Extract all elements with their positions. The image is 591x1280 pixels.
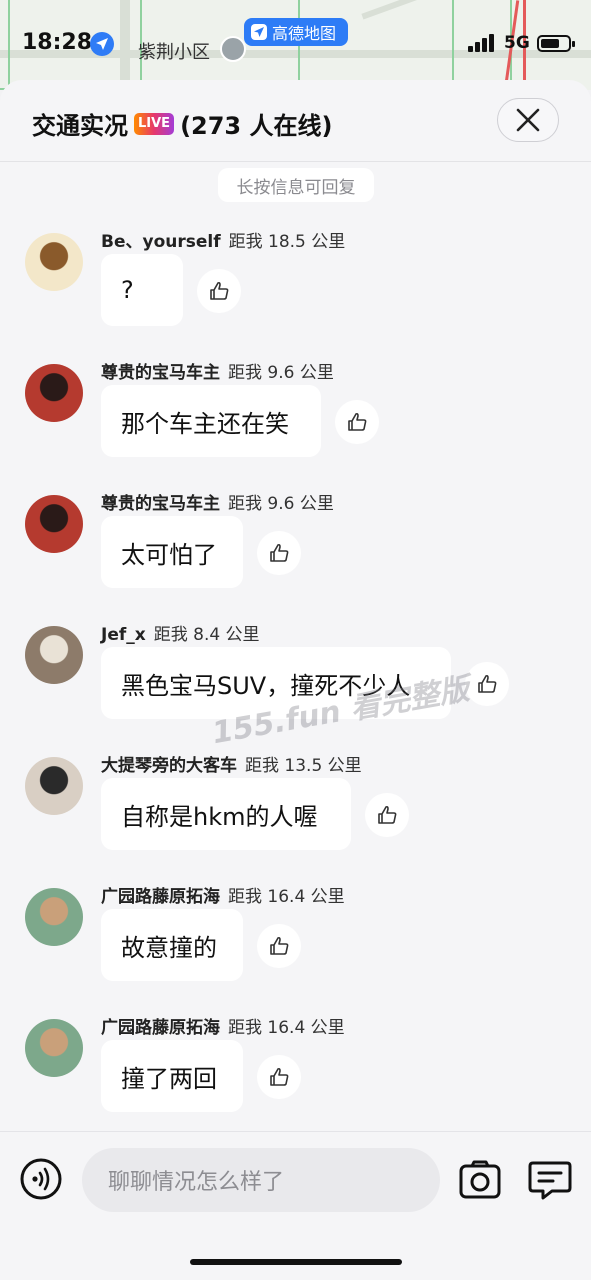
chat-message[interactable]: 大提琴旁的大客车 距我 13.5 公里 自称是hkm的人喔 [0,751,591,881]
message-meta: Jef_x 距我 8.4 公里 [101,620,260,645]
message-meta: Be、yourself 距我 18.5 公里 [101,227,345,252]
thumbs-up-icon [270,1067,289,1086]
chat-input[interactable]: 聊聊情况怎么样了 [82,1148,440,1212]
signal-icon [468,34,494,52]
house-pin-icon [220,36,246,62]
message-bubble[interactable]: 太可怕了 [101,516,243,588]
chat-message[interactable]: Be、yourself 距我 18.5 公里? [0,227,591,357]
like-button[interactable] [465,662,509,706]
chat-input-placeholder: 聊聊情况怎么样了 [108,1170,285,1195]
message-meta: 尊贵的宝马车主 距我 9.6 公里 [101,489,334,514]
sender-distance: 距我 16.4 公里 [228,887,345,907]
thumbs-up-icon [270,936,289,955]
panel-title: 交通实况 LIVE (273 人在线) [32,106,332,141]
live-chat-panel: 交通实况 LIVE (273 人在线) 长按信息可回复 Be、yourself 距… [0,80,591,1280]
sender-name: 广园路藤原拓海 [101,887,220,907]
like-button[interactable] [257,924,301,968]
sender-name: Be、yourself [101,232,221,252]
like-button[interactable] [257,1055,301,1099]
sender-name: 尊贵的宝马车主 [101,363,220,383]
avatar[interactable] [25,888,83,946]
message-bubble[interactable]: 撞了两回 [101,1040,243,1112]
thumbs-up-icon [378,805,397,824]
app-badge-label: 高德地图 [272,24,337,43]
voice-icon[interactable] [20,1158,62,1200]
map-place-label: 紫荆小区 [138,42,210,63]
online-count: (273 人在线) [180,112,333,140]
chat-message[interactable]: 尊贵的宝马车主 距我 9.6 公里 太可怕了 [0,489,591,619]
thumbs-up-icon [210,281,229,300]
sender-distance: 距我 8.4 公里 [153,625,260,645]
avatar[interactable] [25,233,83,291]
message-bubble[interactable]: 那个车主还在笑 [101,385,321,457]
panel-header: 交通实况 LIVE (273 人在线) [0,80,591,162]
close-icon [516,108,540,132]
network-type: 5G [504,33,530,53]
like-button[interactable] [257,531,301,575]
camera-icon[interactable] [459,1159,501,1201]
message-meta: 广园路藤原拓海 距我 16.4 公里 [101,882,345,907]
message-bubble[interactable]: 故意撞的 [101,909,243,981]
live-badge: LIVE [134,112,175,135]
home-indicator [190,1259,402,1265]
like-button[interactable] [335,400,379,444]
bottom-input-bar: 聊聊情况怎么样了 [0,1131,591,1280]
sender-name: 广园路藤原拓海 [101,1018,220,1038]
thumbs-up-icon [478,674,497,693]
message-bubble[interactable]: 自称是hkm的人喔 [101,778,351,850]
avatar[interactable] [25,757,83,815]
sender-name: Jef_x [101,625,146,645]
thumbs-up-icon [270,543,289,562]
message-bubble[interactable]: ? [101,254,183,326]
navigation-icon [251,24,267,40]
chat-message[interactable]: 尊贵的宝马车主 距我 9.6 公里 那个车主还在笑 [0,358,591,488]
sender-distance: 距我 18.5 公里 [228,232,346,252]
sender-distance: 距我 9.6 公里 [228,363,334,383]
status-time: 18:28 [22,30,93,55]
chat-message[interactable]: 广园路藤原拓海 距我 16.4 公里 撞了两回 [0,1013,591,1143]
chat-icon[interactable] [528,1159,572,1201]
message-meta: 尊贵的宝马车主 距我 9.6 公里 [101,358,334,383]
avatar[interactable] [25,364,83,422]
sender-distance: 距我 13.5 公里 [245,756,362,776]
message-meta: 大提琴旁的大客车 距我 13.5 公里 [101,751,362,776]
message-meta: 广园路藤原拓海 距我 16.4 公里 [101,1013,345,1038]
location-arrow-icon [90,32,114,56]
sender-name: 尊贵的宝马车主 [101,494,220,514]
sender-distance: 距我 9.6 公里 [228,494,334,514]
thumbs-up-icon [348,412,367,431]
like-button[interactable] [197,269,241,313]
battery-icon [537,35,575,52]
status-bar: 18:28 紫荆小区 高德地图 5G [0,0,591,80]
long-press-hint: 长按信息可回复 [218,168,374,202]
panel-title-text: 交通实况 [32,112,128,140]
close-button[interactable] [497,98,559,142]
sender-distance: 距我 16.4 公里 [228,1018,345,1038]
avatar[interactable] [25,1019,83,1077]
avatar[interactable] [25,626,83,684]
chat-message[interactable]: 广园路藤原拓海 距我 16.4 公里 故意撞的 [0,882,591,1012]
sender-name: 大提琴旁的大客车 [101,756,237,776]
avatar[interactable] [25,495,83,553]
like-button[interactable] [365,793,409,837]
app-badge[interactable]: 高德地图 [244,18,348,46]
